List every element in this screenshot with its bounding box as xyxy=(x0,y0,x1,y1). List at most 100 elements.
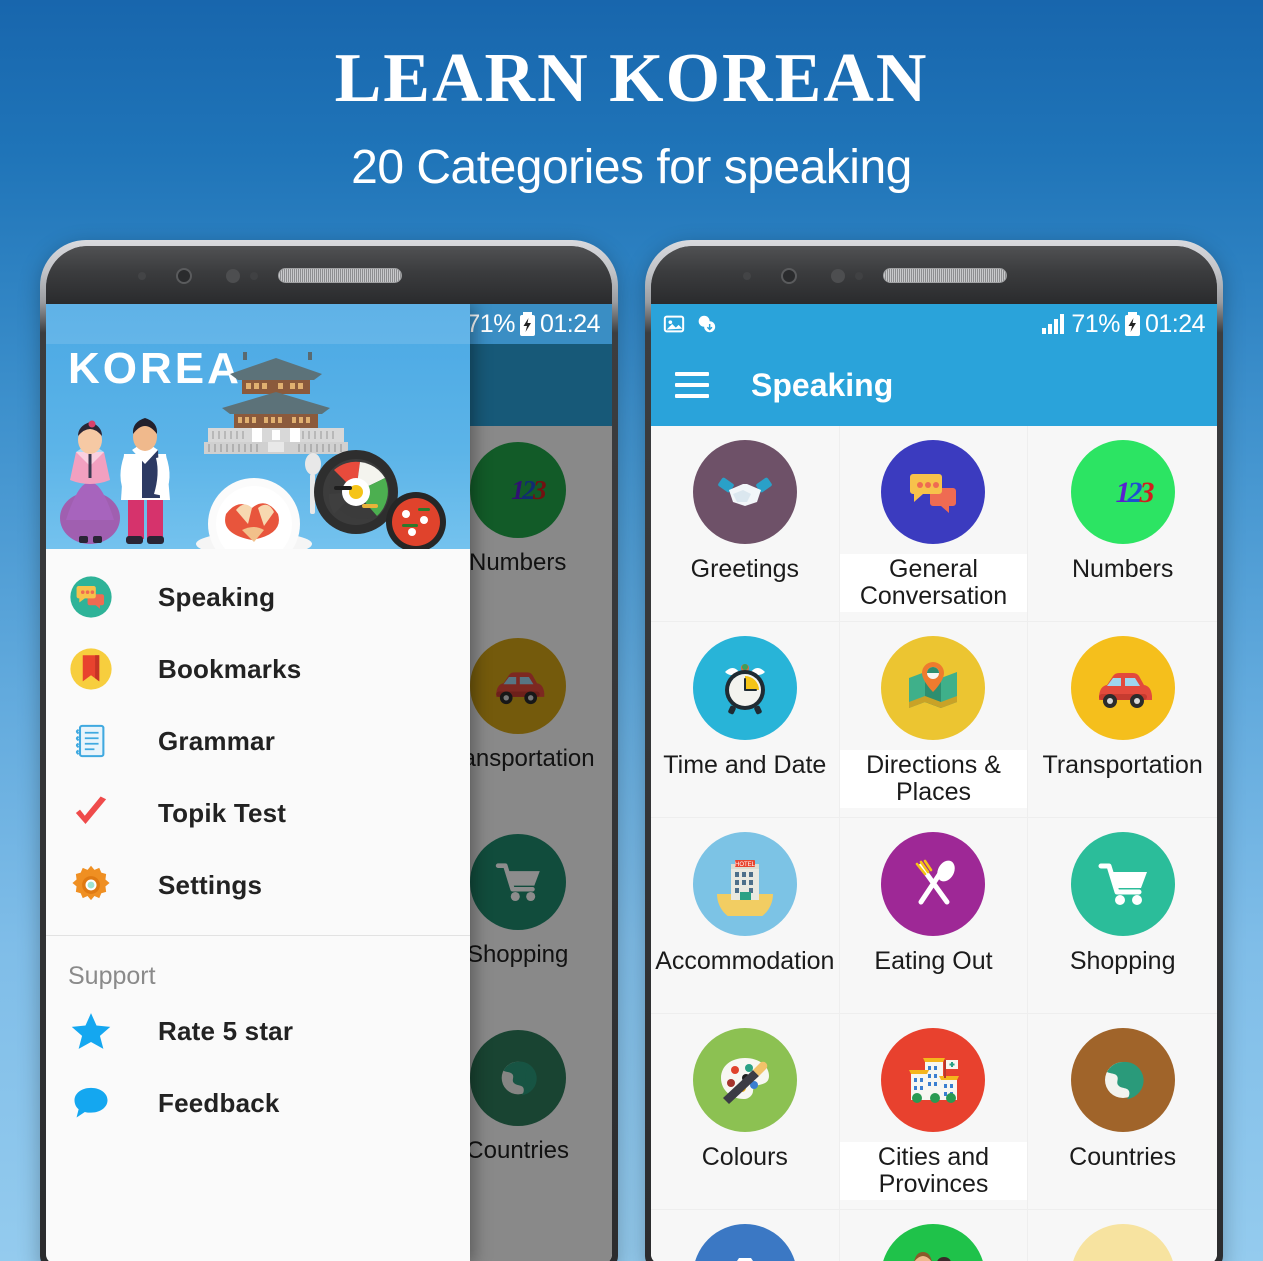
category-cell[interactable]: 1 2 3 Numbers xyxy=(1028,426,1217,622)
earpiece-speaker xyxy=(883,268,1007,283)
drawer-menu-list: Speaking Bookmarks Grammar Topik Test Set… xyxy=(46,549,470,1139)
category-cell[interactable] xyxy=(651,1210,840,1261)
front-camera-icon xyxy=(781,268,797,284)
shopping-cart-icon xyxy=(1070,832,1175,936)
notebook-icon xyxy=(68,718,114,764)
category-label: Eating Out xyxy=(874,947,993,975)
category-label: Transportation xyxy=(1042,751,1203,779)
battery-charging-icon xyxy=(519,312,536,336)
category-label: Greetings xyxy=(690,555,800,583)
speech-bubbles-icon xyxy=(68,574,114,620)
checkmark-icon xyxy=(68,790,114,836)
category-label: Cities and Provinces xyxy=(839,1142,1028,1200)
phone-mockup-left: 71% 01:24 1 2 3 Numbers Transportation S… xyxy=(40,240,618,1261)
category-cell[interactable]: Greetings xyxy=(651,426,840,622)
category-cell[interactable]: Eating Out xyxy=(839,818,1029,1014)
category-cell[interactable]: Colours xyxy=(651,1014,840,1210)
car-icon xyxy=(1070,636,1175,740)
category-cell[interactable] xyxy=(839,1210,1029,1261)
drawer-item-label: Feedback xyxy=(158,1087,280,1118)
drawer-item-label: Bookmarks xyxy=(158,653,302,684)
phone-mockup-right: 71% 01:24 Speaking Greetings General Con… xyxy=(645,240,1223,1261)
fork-spoon-icon xyxy=(881,832,986,936)
battery-percent-left: 71% xyxy=(466,309,515,338)
battery-charging-icon xyxy=(1124,312,1141,336)
drawer-item-settings[interactable]: Settings xyxy=(46,849,470,921)
drawer-item-topik-test[interactable]: Topik Test xyxy=(46,777,470,849)
drawer-header: KOREA xyxy=(46,304,470,549)
category-label: Numbers xyxy=(1071,555,1174,583)
sensor-icon xyxy=(138,272,146,280)
category-label: General Conversation xyxy=(839,554,1028,612)
category-cell[interactable]: Shopping xyxy=(1028,818,1217,1014)
hotel-icon: HOTEL xyxy=(692,832,797,936)
category-cell[interactable]: Countries xyxy=(1028,1014,1217,1210)
app-bar-title: Speaking xyxy=(751,366,894,403)
category-label: Time and Date xyxy=(663,751,827,779)
app-bar: Speaking xyxy=(651,344,1217,426)
drawer-item-speaking[interactable]: Speaking xyxy=(46,561,470,633)
promo-graphic: LEARN KOREAN 20 Categories for speaking xyxy=(0,0,1263,1261)
category-grid: Greetings General Conversation 1 2 3 Numbe… xyxy=(651,426,1217,1261)
paint-palette-icon xyxy=(692,1028,797,1132)
map-pin-icon xyxy=(881,636,986,740)
chat-bubbles-icon xyxy=(881,440,986,544)
phone-bezel-top xyxy=(651,246,1217,304)
category-label: Directions & Places xyxy=(839,750,1028,808)
korea-culture-illustration xyxy=(60,352,446,549)
drawer-item-feedback[interactable]: Feedback xyxy=(46,1067,470,1139)
navigation-drawer: KOREA Speaking Bookmarks Grammar Topik T… xyxy=(46,304,470,1261)
alarm-clock-icon xyxy=(692,636,797,740)
category-cell[interactable]: Transportation xyxy=(1028,622,1217,818)
numbers-123-icon: 1 2 3 xyxy=(1070,440,1175,544)
svg-text:HOTEL: HOTEL xyxy=(735,862,756,868)
category-cell[interactable]: Time and Date xyxy=(651,622,840,818)
proximity-sensor-icon xyxy=(831,269,845,283)
screen-right: 71% 01:24 Speaking Greetings General Con… xyxy=(651,304,1217,1261)
svg-text:3: 3 xyxy=(1138,476,1154,509)
people-icon xyxy=(881,1224,986,1261)
gear-icon xyxy=(68,862,114,908)
clock-left: 01:24 xyxy=(539,309,601,338)
drawer-item-label: Speaking xyxy=(158,581,276,612)
sensor-icon xyxy=(743,272,751,280)
drawer-item-label: Grammar xyxy=(158,725,276,756)
handshake-icon xyxy=(692,440,797,544)
front-camera-icon xyxy=(176,268,192,284)
battery-percent-right: 71% xyxy=(1071,309,1120,338)
star-icon xyxy=(68,1008,114,1054)
category-label: Colours xyxy=(701,1143,788,1171)
drawer-section-label: Support xyxy=(68,962,156,990)
category-label: Shopping xyxy=(1069,947,1176,975)
drawer-item-bookmarks[interactable]: Bookmarks xyxy=(46,633,470,705)
category-cell[interactable]: HOTEL Accommodation xyxy=(651,818,840,1014)
category-cell[interactable]: General Conversation xyxy=(839,426,1029,622)
hamburger-menu-icon[interactable] xyxy=(675,372,709,398)
drawer-item-rate-5-star[interactable]: Rate 5 star xyxy=(46,995,470,1067)
camera-icon xyxy=(692,1224,797,1261)
drawer-item-label: Settings xyxy=(158,869,263,900)
page-subtitle: 20 Categories for speaking xyxy=(351,141,912,194)
category-cell[interactable]: Cities and Provinces xyxy=(839,1014,1029,1210)
drawer-item-label: Rate 5 star xyxy=(158,1015,294,1046)
category-cell[interactable]: Directions & Places xyxy=(839,622,1029,818)
earpiece-speaker xyxy=(278,268,402,283)
sync-notification-icon xyxy=(695,313,717,335)
drawer-item-grammar[interactable]: Grammar xyxy=(46,705,470,777)
phone-bezel-top xyxy=(46,246,612,304)
drawer-item-label: Topik Test xyxy=(158,797,287,828)
bookmark-icon xyxy=(68,646,114,692)
chat-bubble-icon xyxy=(68,1080,114,1126)
page-title: LEARN KOREAN xyxy=(334,40,929,117)
screen-left: 71% 01:24 1 2 3 Numbers Transportation S… xyxy=(46,304,612,1261)
category-label: Accommodation xyxy=(655,947,835,975)
category-cell[interactable] xyxy=(1028,1210,1217,1261)
status-bar-right: 71% 01:24 xyxy=(651,304,1217,344)
globe-icon xyxy=(1070,1028,1175,1132)
proximity-sensor-icon xyxy=(226,269,240,283)
light-sensor-icon xyxy=(855,272,863,280)
blank-icon xyxy=(1070,1224,1175,1261)
signal-bars-icon xyxy=(1041,313,1067,335)
category-label: Countries xyxy=(1069,1143,1177,1171)
clock-right: 01:24 xyxy=(1144,309,1206,338)
